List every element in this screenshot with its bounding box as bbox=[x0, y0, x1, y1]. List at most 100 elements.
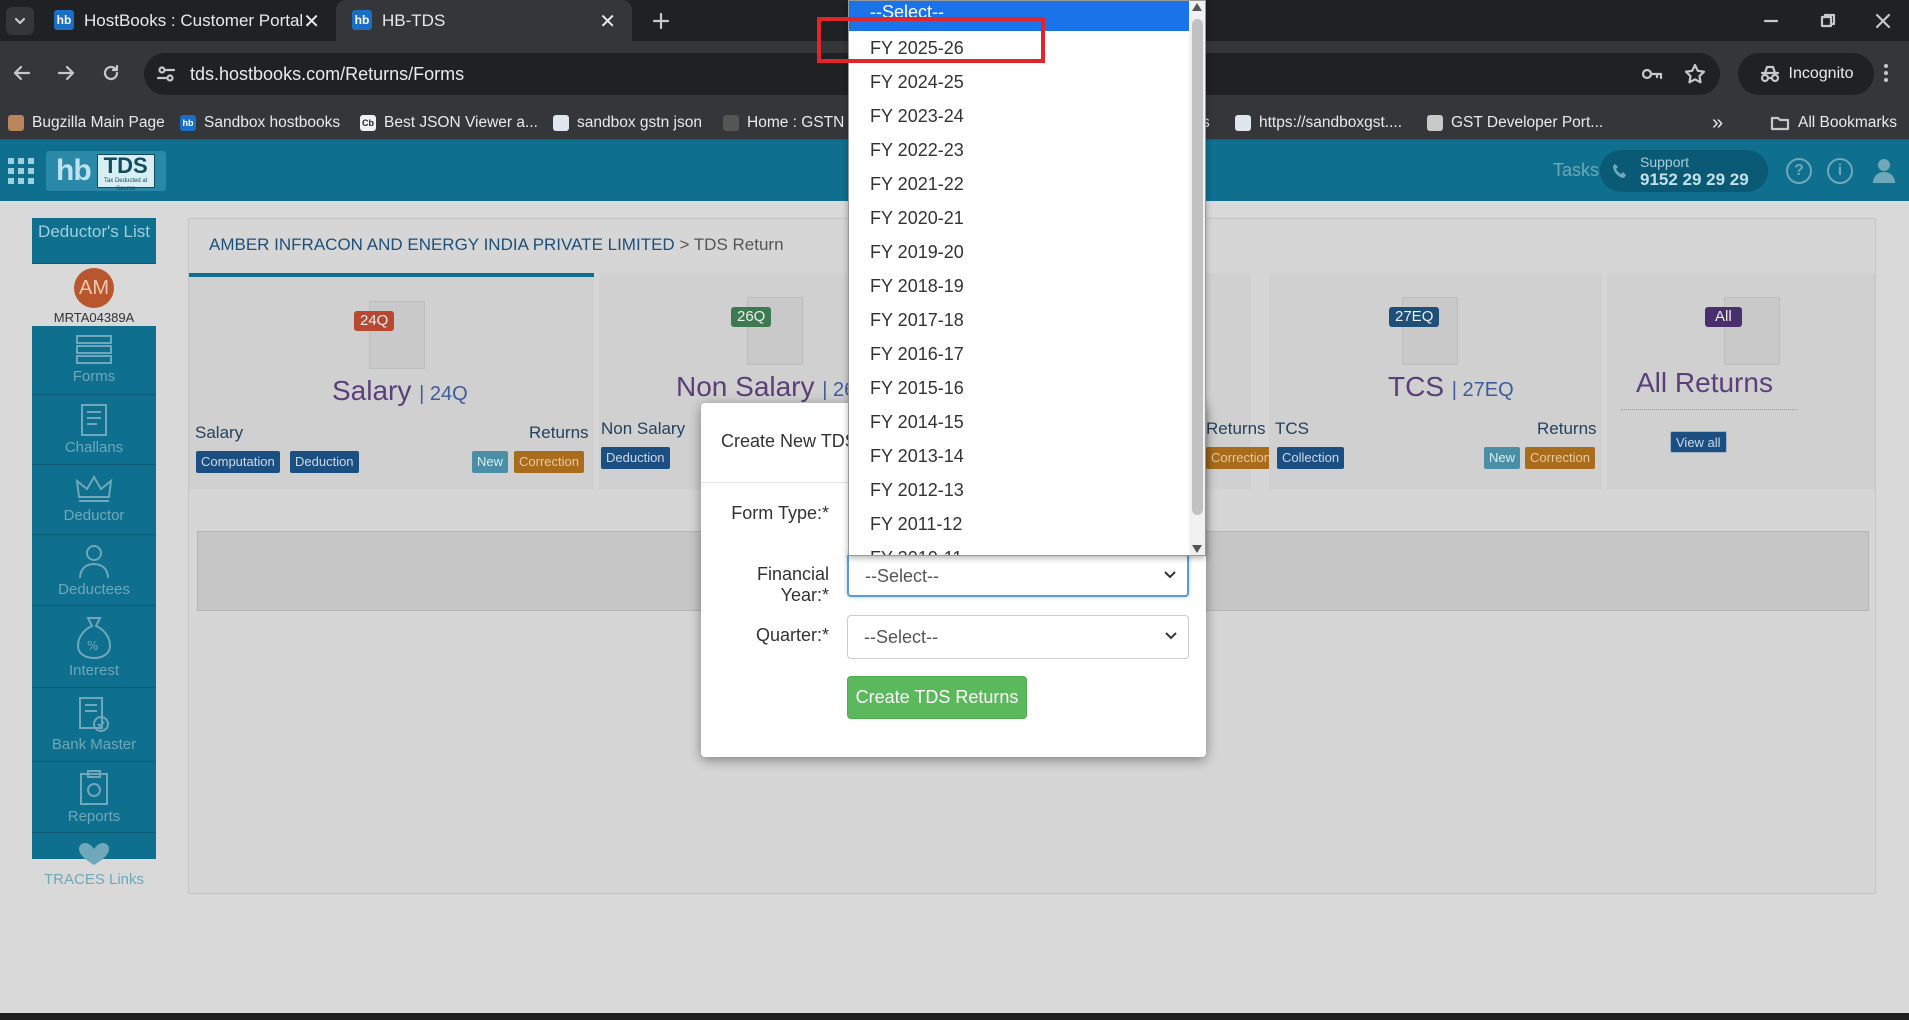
page-icon bbox=[1235, 115, 1251, 131]
bookmark-json-viewer[interactable]: Cb Best JSON Viewer a... bbox=[360, 110, 538, 136]
sidebar-item-forms[interactable]: Forms bbox=[32, 334, 156, 395]
back-button[interactable] bbox=[6, 57, 38, 89]
scroll-up-arrow-icon[interactable] bbox=[1192, 3, 1202, 11]
tcs-card-title[interactable]: TCS | 27EQ bbox=[1388, 371, 1514, 403]
close-window-button[interactable] bbox=[1870, 8, 1896, 34]
scrollbar-thumb[interactable] bbox=[1192, 19, 1203, 515]
dropdown-option-fy-2024-25[interactable]: FY 2024-25 bbox=[870, 72, 964, 93]
correction-button[interactable]: Correction bbox=[1525, 447, 1595, 469]
deductors-list-link[interactable]: Deductor's List bbox=[32, 218, 156, 264]
tab-hb-tds[interactable]: hb HB-TDS ✕ bbox=[336, 0, 632, 41]
dropdown-option-fy-2023-24[interactable]: FY 2023-24 bbox=[870, 106, 964, 127]
non-salary-label: Non Salary bbox=[601, 419, 686, 438]
sidebar-item-deductees[interactable]: Deductees bbox=[32, 543, 156, 606]
collection-button[interactable]: Collection bbox=[1277, 447, 1345, 469]
sidebar-item-traces-links[interactable]: TRACES Links bbox=[32, 841, 156, 901]
user-profile-icon[interactable] bbox=[1870, 156, 1898, 184]
sidebar-item-reports[interactable]: Reports bbox=[32, 770, 156, 833]
reload-button[interactable] bbox=[95, 57, 127, 89]
bookmark-label: sandbox gstn json bbox=[577, 114, 702, 131]
password-key-icon[interactable] bbox=[1640, 64, 1664, 84]
quarter-label: Quarter:* bbox=[755, 625, 829, 645]
bookmark-home-gstn[interactable]: Home : GSTN - bbox=[723, 110, 854, 136]
bookmark-sandboxgst[interactable]: https://sandboxgst.... bbox=[1235, 110, 1402, 136]
person-icon bbox=[79, 545, 109, 579]
dropdown-option-fy-2010-11[interactable]: FY 2010-11 bbox=[870, 548, 962, 555]
bookmark-label: https://sandboxgst.... bbox=[1259, 114, 1403, 131]
more-bookmarks-button[interactable]: » bbox=[1712, 110, 1723, 136]
dropdown-option-fy-2016-17[interactable]: FY 2016-17 bbox=[870, 344, 964, 365]
bookmark-label: Best JSON Viewer a... bbox=[384, 114, 538, 131]
salary-card-title[interactable]: Salary | 24Q bbox=[332, 375, 468, 407]
dropdown-option-fy-2013-14[interactable]: FY 2013-14 bbox=[870, 446, 964, 467]
create-tds-returns-button[interactable]: Create TDS Returns bbox=[847, 676, 1027, 719]
dropdown-option-fy-2020-21[interactable]: FY 2020-21 bbox=[870, 208, 964, 229]
bookmark-bugzilla[interactable]: Bugzilla Main Page bbox=[8, 110, 165, 136]
financial-year-dropdown-list[interactable]: --Select-- FY 2025-26 FY 2024-25 FY 2023… bbox=[848, 0, 1206, 556]
scroll-down-arrow-icon[interactable] bbox=[1192, 545, 1202, 553]
tcs-card[interactable]: 27EQ TCS | 27EQ TCS Returns Collection N… bbox=[1269, 273, 1602, 489]
site-settings-icon[interactable] bbox=[156, 64, 176, 84]
view-all-button[interactable]: View all bbox=[1670, 431, 1727, 453]
tasks-link[interactable]: Tasks bbox=[1553, 160, 1599, 181]
dropdown-option-fy-2011-12[interactable]: FY 2011-12 bbox=[870, 514, 962, 535]
breadcrumb-company-link[interactable]: AMBER INFRACON AND ENERGY INDIA PRIVATE … bbox=[209, 235, 675, 254]
tab-customer-portal[interactable]: hb HostBooks : Customer Portal ✕ bbox=[0, 0, 336, 41]
dropdown-scrollbar[interactable] bbox=[1189, 1, 1205, 555]
sidebar-item-deductor[interactable]: Deductor bbox=[32, 473, 156, 535]
new-return-button[interactable]: New bbox=[472, 451, 509, 473]
all-bookmarks-button[interactable]: All Bookmarks bbox=[1770, 110, 1897, 136]
dropdown-option-fy-2017-18[interactable]: FY 2017-18 bbox=[870, 310, 964, 331]
dropdown-option-fy-2012-13[interactable]: FY 2012-13 bbox=[870, 480, 964, 501]
non-salary-card-title[interactable]: Non Salary | 26Q bbox=[676, 371, 871, 403]
all-returns-card[interactable]: All All Returns View all bbox=[1607, 273, 1875, 489]
bookmark-gst-developer[interactable]: GST Developer Port... bbox=[1427, 110, 1603, 136]
info-icon[interactable]: i bbox=[1827, 158, 1853, 184]
minimize-button[interactable] bbox=[1758, 8, 1784, 34]
dropdown-option-fy-2021-22[interactable]: FY 2021-22 bbox=[870, 174, 964, 195]
all-bookmarks-label: All Bookmarks bbox=[1798, 114, 1898, 131]
restore-icon bbox=[1820, 13, 1836, 28]
form-24q-badge: 24Q bbox=[354, 311, 395, 331]
financial-year-select[interactable]: --Select-- bbox=[847, 553, 1189, 597]
close-tab-icon[interactable]: ✕ bbox=[303, 9, 320, 34]
deduction-button[interactable]: Deduction bbox=[290, 451, 359, 473]
financial-year-value: --Select-- bbox=[865, 566, 940, 586]
forward-button[interactable] bbox=[50, 57, 82, 89]
all-returns-title[interactable]: All Returns bbox=[1636, 367, 1773, 399]
deduction-button[interactable]: Deduction bbox=[601, 447, 670, 469]
hb-tds-logo[interactable]: hb TDS Tax Deducted at Source bbox=[46, 151, 166, 192]
quarter-select[interactable]: --Select-- bbox=[847, 615, 1189, 659]
deductor-profile[interactable]: AM MRTA04389A bbox=[32, 264, 156, 326]
sidebar-item-challans[interactable]: Challans bbox=[32, 403, 156, 465]
dropdown-option-fy-2018-19[interactable]: FY 2018-19 bbox=[870, 276, 964, 297]
url-text[interactable]: tds.hostbooks.com/Returns/Forms bbox=[190, 64, 464, 85]
form-26q-badge: 26Q bbox=[731, 307, 772, 327]
apps-grid-icon[interactable] bbox=[8, 158, 34, 184]
dropdown-option-fy-2015-16[interactable]: FY 2015-16 bbox=[870, 378, 964, 399]
hidden-form-card[interactable]: Returns Correction bbox=[1204, 273, 1276, 489]
reload-icon bbox=[103, 64, 119, 81]
correction-button[interactable]: Correction bbox=[514, 451, 584, 473]
help-icon[interactable]: ? bbox=[1786, 158, 1812, 184]
dropdown-option-fy-2022-23[interactable]: FY 2022-23 bbox=[870, 140, 964, 161]
close-tab-icon[interactable]: ✕ bbox=[599, 9, 616, 34]
dropdown-option-fy-2019-20[interactable]: FY 2019-20 bbox=[870, 242, 964, 263]
bookmark-star-icon[interactable] bbox=[1684, 63, 1706, 85]
bookmark-sandbox-hostbooks[interactable]: hb Sandbox hostbooks bbox=[180, 110, 340, 136]
new-tab-button[interactable] bbox=[646, 6, 676, 36]
sidebar-item-label: Challans bbox=[64, 439, 124, 456]
incognito-indicator[interactable]: Incognito bbox=[1738, 53, 1874, 95]
salary-card[interactable]: 24Q Salary | 24Q Salary Returns Computat… bbox=[189, 273, 594, 489]
dropdown-option-fy-2014-15[interactable]: FY 2014-15 bbox=[870, 412, 964, 433]
correction-button[interactable]: Correction bbox=[1206, 447, 1276, 469]
bookmark-sandbox-gstn[interactable]: sandbox gstn json bbox=[553, 110, 702, 136]
browser-menu-button[interactable] bbox=[1870, 57, 1902, 89]
codebeautify-icon: Cb bbox=[360, 115, 376, 131]
sidebar-item-interest[interactable]: % Interest bbox=[32, 614, 156, 688]
computation-button[interactable]: Computation bbox=[196, 451, 280, 473]
incognito-label: Incognito bbox=[1788, 65, 1854, 82]
new-return-button[interactable]: New bbox=[1484, 447, 1521, 469]
restore-button[interactable] bbox=[1815, 8, 1841, 34]
sidebar-item-bank-master[interactable]: Bank Master bbox=[32, 696, 156, 762]
